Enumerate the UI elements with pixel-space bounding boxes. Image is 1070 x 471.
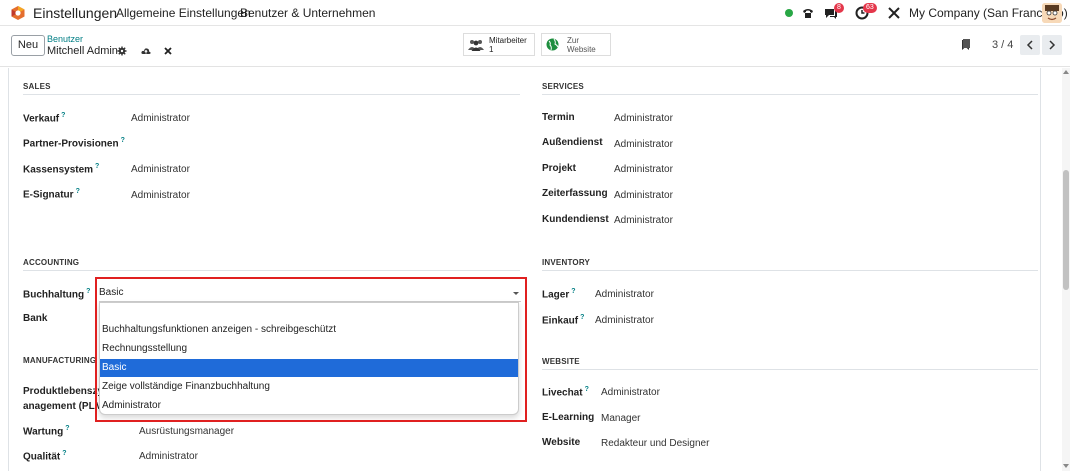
discard-icon[interactable]	[163, 46, 173, 56]
field-value-sales[interactable]: Administrator	[131, 113, 190, 124]
field-label-accounting: Buchhaltung?	[23, 288, 91, 301]
section-divider	[23, 270, 520, 271]
field-label-helpdesk: Kundendienst	[542, 214, 609, 225]
field-label-bank: Bank	[23, 313, 48, 324]
field-value-website[interactable]: Redakteur und Designer	[601, 438, 709, 449]
gear-icon[interactable]	[117, 46, 127, 56]
section-divider	[542, 270, 1038, 271]
field-value-livechat[interactable]: Administrator	[601, 387, 660, 398]
field-label-elearning: E-Learning	[542, 412, 595, 423]
section-sales-title: SALES	[23, 82, 51, 91]
section-divider	[23, 94, 520, 95]
field-value-timesheets[interactable]: Administrator	[614, 190, 673, 201]
field-label-quality: Qualität?	[23, 450, 67, 463]
employees-smart-button[interactable]: Mitarbeiter 1	[463, 33, 535, 56]
field-label-plm-line1: Produktlebenszy	[23, 386, 104, 397]
field-label-partner-commissions: Partner-Provisionen?	[23, 137, 125, 150]
field-label-appointment: Termin	[542, 112, 575, 123]
section-divider	[542, 94, 1038, 95]
field-value-inventory[interactable]: Administrator	[595, 289, 654, 300]
sheet-border-left	[8, 68, 9, 471]
control-panel: Neu Benutzer Mitchell Admin Mitarbeiter …	[0, 27, 1070, 67]
status-online-dot	[785, 9, 793, 17]
section-accounting-title: ACCOUNTING	[23, 258, 80, 267]
field-label-esign: E-Signatur?	[23, 188, 80, 201]
phone-icon[interactable]	[801, 6, 815, 20]
avatar[interactable]	[1042, 3, 1062, 23]
field-value-pos[interactable]: Administrator	[131, 164, 190, 175]
field-value-maintenance[interactable]: Ausrüstungsmanager	[139, 426, 234, 437]
section-divider	[542, 369, 1038, 370]
chevron-right-icon	[1049, 40, 1056, 50]
scrollbar-thumb[interactable]	[1063, 170, 1069, 290]
field-value-quality[interactable]: Administrator	[139, 451, 198, 462]
breadcrumb-current: Mitchell Admin	[47, 45, 118, 57]
field-label-inventory: Lager?	[542, 288, 576, 301]
sheet-border-right	[1040, 68, 1041, 471]
pager-next-button[interactable]	[1042, 35, 1062, 55]
go-to-website-button[interactable]: Zur Website	[541, 33, 611, 56]
field-value-appointment[interactable]: Administrator	[614, 113, 673, 124]
field-value-purchase[interactable]: Administrator	[595, 315, 654, 326]
messages-badge: 8	[834, 3, 844, 13]
field-label-website: Website	[542, 437, 581, 448]
field-label-sales: Verkauf?	[23, 112, 66, 125]
chevron-left-icon	[1026, 40, 1033, 50]
field-label-project: Projekt	[542, 163, 576, 174]
bookmark-icon[interactable]	[961, 39, 971, 51]
top-navbar: Einstellungen Allgemeine Einstellungen B…	[0, 0, 1070, 26]
scroll-up-arrow[interactable]	[1063, 70, 1069, 74]
section-manufacturing-title: MANUFACTURING	[23, 356, 97, 365]
field-value-elearning[interactable]: Manager	[601, 413, 640, 424]
breadcrumb-parent[interactable]: Benutzer	[47, 34, 83, 44]
field-label-purchase: Einkauf?	[542, 314, 585, 327]
tools-icon[interactable]	[887, 6, 901, 20]
menu-general-settings[interactable]: Allgemeine Einstellungen	[116, 6, 251, 20]
highlight-box	[95, 277, 527, 422]
cloud-upload-icon[interactable]	[141, 46, 151, 56]
employees-count: 1	[489, 44, 494, 54]
website-label-line1: Zur	[567, 35, 579, 45]
section-services-title: SERVICES	[542, 82, 584, 91]
field-label-timesheets: Zeiterfassung	[542, 188, 608, 199]
field-label-field-service: Außendienst	[542, 137, 603, 148]
section-website-title: WEBSITE	[542, 357, 580, 366]
odoo-logo-icon[interactable]	[10, 5, 26, 21]
section-inventory-title: INVENTORY	[542, 258, 591, 267]
field-label-maintenance: Wartung?	[23, 425, 70, 438]
menu-users-companies[interactable]: Benutzer & Unternehmen	[240, 6, 375, 20]
pager-previous-button[interactable]	[1020, 35, 1040, 55]
website-label-line2: Website	[567, 44, 596, 54]
pager-value[interactable]: 3 / 4	[992, 39, 1013, 51]
activities-badge: 63	[863, 3, 877, 13]
field-label-livechat: Livechat?	[542, 386, 589, 399]
app-title[interactable]: Einstellungen	[33, 5, 117, 21]
field-value-helpdesk[interactable]: Administrator	[614, 215, 673, 226]
users-icon	[468, 39, 484, 51]
field-value-esign[interactable]: Administrator	[131, 190, 190, 201]
field-value-field-service[interactable]: Administrator	[614, 139, 673, 150]
globe-icon	[546, 38, 559, 51]
scroll-down-arrow[interactable]	[1063, 464, 1069, 468]
field-value-project[interactable]: Administrator	[614, 164, 673, 175]
field-label-plm-line2: anagement (PLM	[23, 401, 104, 412]
employees-label: Mitarbeiter	[489, 35, 527, 45]
new-button[interactable]: Neu	[11, 35, 45, 56]
field-label-pos: Kassensystem?	[23, 163, 100, 176]
